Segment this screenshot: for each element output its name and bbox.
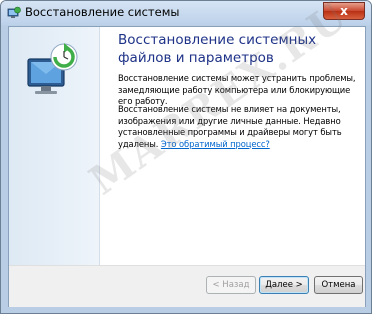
- wizard-body: Восстановление системных файлов и параме…: [8, 26, 366, 307]
- button-bar: < Назад Далее > Отмена: [9, 265, 365, 307]
- reversible-process-link[interactable]: Это обратимый процесс?: [161, 139, 270, 149]
- system-restore-icon: [7, 6, 21, 18]
- title-bar[interactable]: Восстановление системы x: [1, 1, 371, 25]
- wizard-heading: Восстановление системных файлов и параме…: [118, 32, 317, 66]
- close-icon: x: [340, 4, 348, 18]
- description-paragraph-1: Восстановление системы может устранить п…: [118, 73, 356, 106]
- description-paragraph-2: Восстановление системы не влияет на доку…: [118, 104, 358, 150]
- system-restore-wizard-icon: [27, 43, 78, 94]
- close-button[interactable]: x: [323, 2, 365, 20]
- dialog-window: Восстановление системы x Восстановление …: [0, 0, 372, 314]
- wizard-sidebar: [9, 27, 100, 265]
- window-title: Восстановление системы: [25, 5, 180, 19]
- next-button[interactable]: Далее >: [259, 276, 309, 294]
- cancel-button[interactable]: Отмена: [314, 276, 363, 294]
- back-button[interactable]: < Назад: [206, 276, 256, 294]
